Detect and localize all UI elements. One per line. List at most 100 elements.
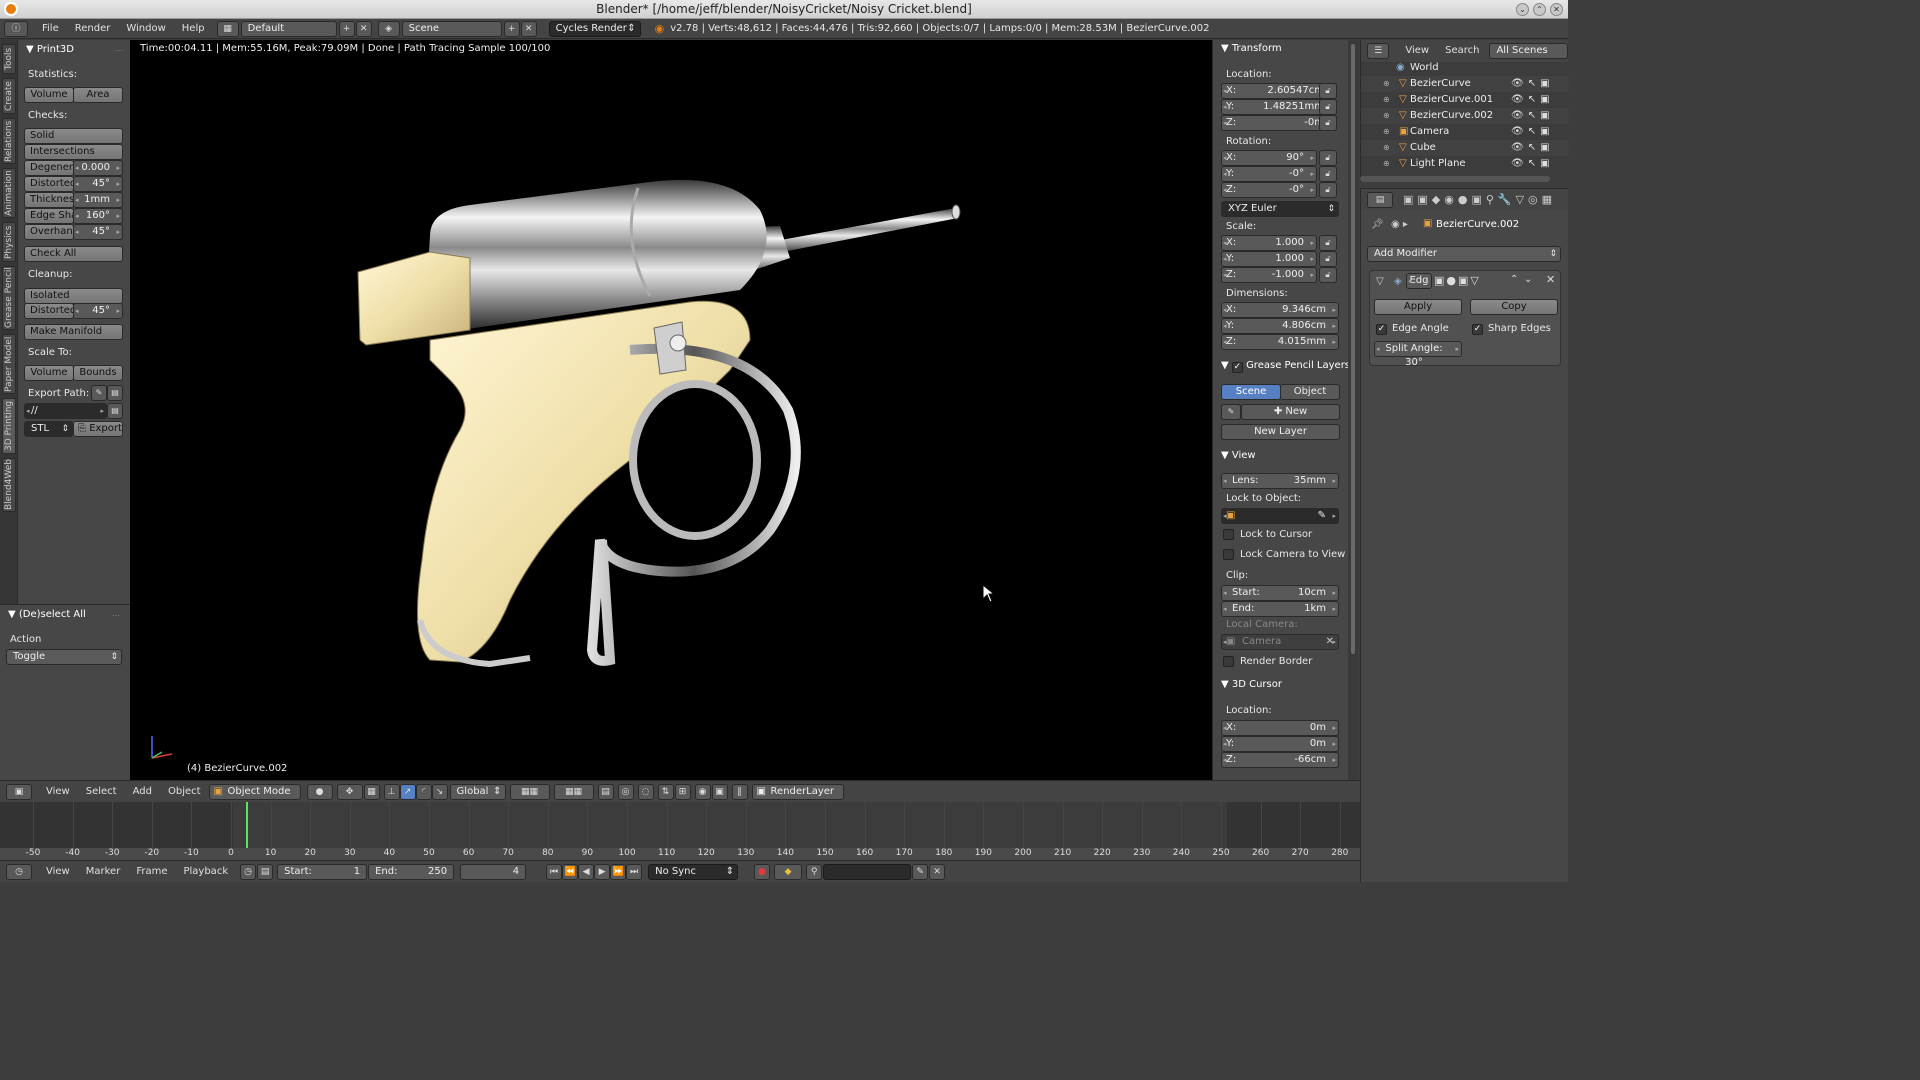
action-select[interactable]: Toggle: [6, 649, 122, 665]
timeline-editor-icon[interactable]: ◷: [6, 863, 32, 880]
scale-z-field[interactable]: Z: -1.000: [1221, 267, 1317, 283]
isolated-button[interactable]: Isolated: [24, 288, 123, 304]
visibility-icons[interactable]: 👁︎↖▣: [1511, 108, 1554, 124]
scale-x-field[interactable]: X: 1.000: [1221, 235, 1317, 251]
pin-icon[interactable]: 📌︎: [1371, 219, 1384, 230]
lock-time-icon[interactable]: ▤: [257, 863, 274, 880]
deselect-panel-title[interactable]: ▼ (De)select All: [8, 609, 86, 620]
visibility-icons[interactable]: 👁︎↖▣: [1511, 76, 1554, 92]
insert-keyframe-icon[interactable]: ✎: [912, 863, 929, 880]
timeline[interactable]: -50 -40 -30 -20 -10 0 10 20 30 40 50 60 70 80 90 100 110…: [0, 802, 1360, 860]
menu-file[interactable]: File: [34, 19, 67, 39]
rotate-icon[interactable]: ◜: [415, 783, 432, 800]
move-up-icon[interactable]: ⌃: [1510, 274, 1518, 285]
move-down-icon[interactable]: ⌄: [1524, 274, 1532, 285]
expand-icon[interactable]: ⊕: [1383, 76, 1390, 92]
record-icon[interactable]: ●: [754, 863, 771, 880]
add-scene-icon[interactable]: +: [503, 20, 520, 37]
panel-grip-icon[interactable]: ⋯: [112, 611, 120, 620]
layers-grid-icon-2[interactable]: ▦▦: [553, 783, 594, 800]
tab-grease-pencil[interactable]: Grease Pencil: [2, 266, 16, 330]
lock-layers-icon[interactable]: ▤: [597, 783, 614, 800]
dimension-y-field[interactable]: Y: 4.806cm: [1221, 318, 1339, 334]
scale-volume-button[interactable]: Volume: [24, 365, 74, 381]
expand-icon[interactable]: ⊕: [1383, 156, 1390, 172]
menu-view[interactable]: View: [38, 782, 78, 802]
dimension-x-field[interactable]: X: 9.346cm: [1221, 302, 1339, 318]
snap-target-icon[interactable]: ⊞: [674, 783, 691, 800]
grease-pencil-checkbox[interactable]: ✓: [1231, 362, 1243, 373]
tl-menu-view[interactable]: View: [38, 862, 78, 882]
remove-layout-icon[interactable]: ✕: [355, 20, 372, 37]
pencil-icon[interactable]: ✎: [1221, 404, 1241, 420]
falloff-icon[interactable]: ◌: [637, 783, 654, 800]
menu-add[interactable]: Add: [125, 782, 160, 802]
lock-icon[interactable]: 🔓︎: [1319, 251, 1337, 267]
cursor-x-field[interactable]: X: 0m: [1221, 720, 1339, 736]
edge-angle-checkbox[interactable]: ✓: [1376, 324, 1387, 335]
edge-sharp-button[interactable]: Edge Shar: [24, 208, 74, 224]
visibility-icons[interactable]: 👁︎↖▣: [1511, 92, 1554, 108]
folder-icon[interactable]: ▤: [107, 385, 123, 401]
add-layout-icon[interactable]: +: [338, 20, 355, 37]
keying-set-field[interactable]: [823, 863, 912, 880]
eyedropper-icon[interactable]: ✎: [91, 385, 107, 401]
outliner-item-world[interactable]: ◉ World: [1361, 60, 1569, 76]
scrollbar-thumb[interactable]: [1351, 44, 1355, 654]
menu-help[interactable]: Help: [174, 19, 213, 39]
cleanup-distorted-field[interactable]: 45°: [73, 303, 123, 319]
keying-icon[interactable]: ⚲: [806, 863, 823, 880]
tab-tools[interactable]: Tools: [2, 44, 16, 74]
rotation-y-field[interactable]: Y: -0°: [1221, 166, 1317, 182]
panel-grip-icon[interactable]: ⋯: [115, 46, 123, 55]
rotation-x-field[interactable]: X: 90°: [1221, 150, 1317, 166]
scale-y-field[interactable]: Y: 1.000: [1221, 251, 1317, 267]
degenerate-button[interactable]: Degenera: [24, 160, 74, 176]
gp-object-button[interactable]: Object: [1280, 384, 1340, 400]
maximize-icon[interactable]: ⌃: [1533, 3, 1546, 16]
render-border-checkbox[interactable]: [1223, 656, 1234, 667]
next-keyframe-icon[interactable]: ⏩: [610, 863, 627, 880]
tab-physics[interactable]: Physics: [2, 222, 16, 262]
play-reverse-icon[interactable]: ◀: [578, 863, 595, 880]
tab-relations[interactable]: Relations: [2, 118, 16, 164]
clip-end-field[interactable]: End: 1km: [1221, 601, 1339, 617]
outliner-item-beziercurve[interactable]: ⊕ ▽ BezierCurve 👁︎↖▣: [1361, 76, 1569, 92]
timeline-ruler[interactable]: [0, 848, 1360, 860]
rotation-z-field[interactable]: Z: -0°: [1221, 182, 1317, 198]
tab-3d-printing[interactable]: 3D Printing: [2, 398, 16, 454]
browse-folder-icon[interactable]: ▤: [107, 403, 123, 419]
info-editor-type-icon[interactable]: ⓘ: [4, 20, 28, 37]
play-icon[interactable]: ▶: [594, 863, 611, 880]
expand-icon[interactable]: ⊕: [1383, 124, 1390, 140]
gp-scene-button[interactable]: Scene: [1221, 384, 1281, 400]
tab-animation[interactable]: Animation: [2, 168, 16, 218]
end-frame-field[interactable]: End: 250: [368, 863, 455, 880]
tl-menu-playback[interactable]: Playback: [175, 862, 236, 882]
transform-panel-title[interactable]: ▼ Transform: [1221, 43, 1282, 54]
export-format-select[interactable]: STL: [24, 421, 73, 437]
print3d-panel-title[interactable]: ▼ Print3D: [26, 44, 74, 55]
expand-icon[interactable]: ⊕: [1383, 92, 1390, 108]
overhang-button[interactable]: Overhang: [24, 224, 74, 240]
orientation-select[interactable]: Global ⇕: [449, 783, 506, 800]
pivot-icon[interactable]: ✥: [336, 783, 363, 800]
layout-selector[interactable]: Default: [240, 20, 337, 37]
menu-object[interactable]: Object: [160, 782, 209, 802]
render-anim-icon[interactable]: ▣: [711, 783, 728, 800]
export-path-input[interactable]: //: [24, 403, 107, 419]
cursor-panel-title[interactable]: ▼ 3D Cursor: [1221, 679, 1282, 690]
sidebar-scrollbar[interactable]: [1348, 40, 1358, 780]
sync-select[interactable]: No Sync ⇕: [648, 863, 739, 880]
lock-object-field[interactable]: ▣✎: [1221, 508, 1339, 524]
overhang-field[interactable]: 45°: [73, 224, 123, 240]
delete-keyframe-icon[interactable]: ✕: [929, 863, 946, 880]
outliner-item-camera[interactable]: ⊕ ▣ Camera 👁︎↖▣: [1361, 124, 1569, 140]
lock-icon[interactable]: 🔓︎: [1319, 99, 1337, 115]
scene-selector[interactable]: Scene: [401, 20, 502, 37]
manipulator-icon[interactable]: ⊥: [383, 783, 400, 800]
current-frame-field[interactable]: 4: [460, 863, 527, 880]
modifier-name-field[interactable]: Edg: [1406, 273, 1432, 289]
layers-grid-icon[interactable]: ▦▦: [509, 783, 550, 800]
tl-menu-marker[interactable]: Marker: [78, 862, 129, 882]
